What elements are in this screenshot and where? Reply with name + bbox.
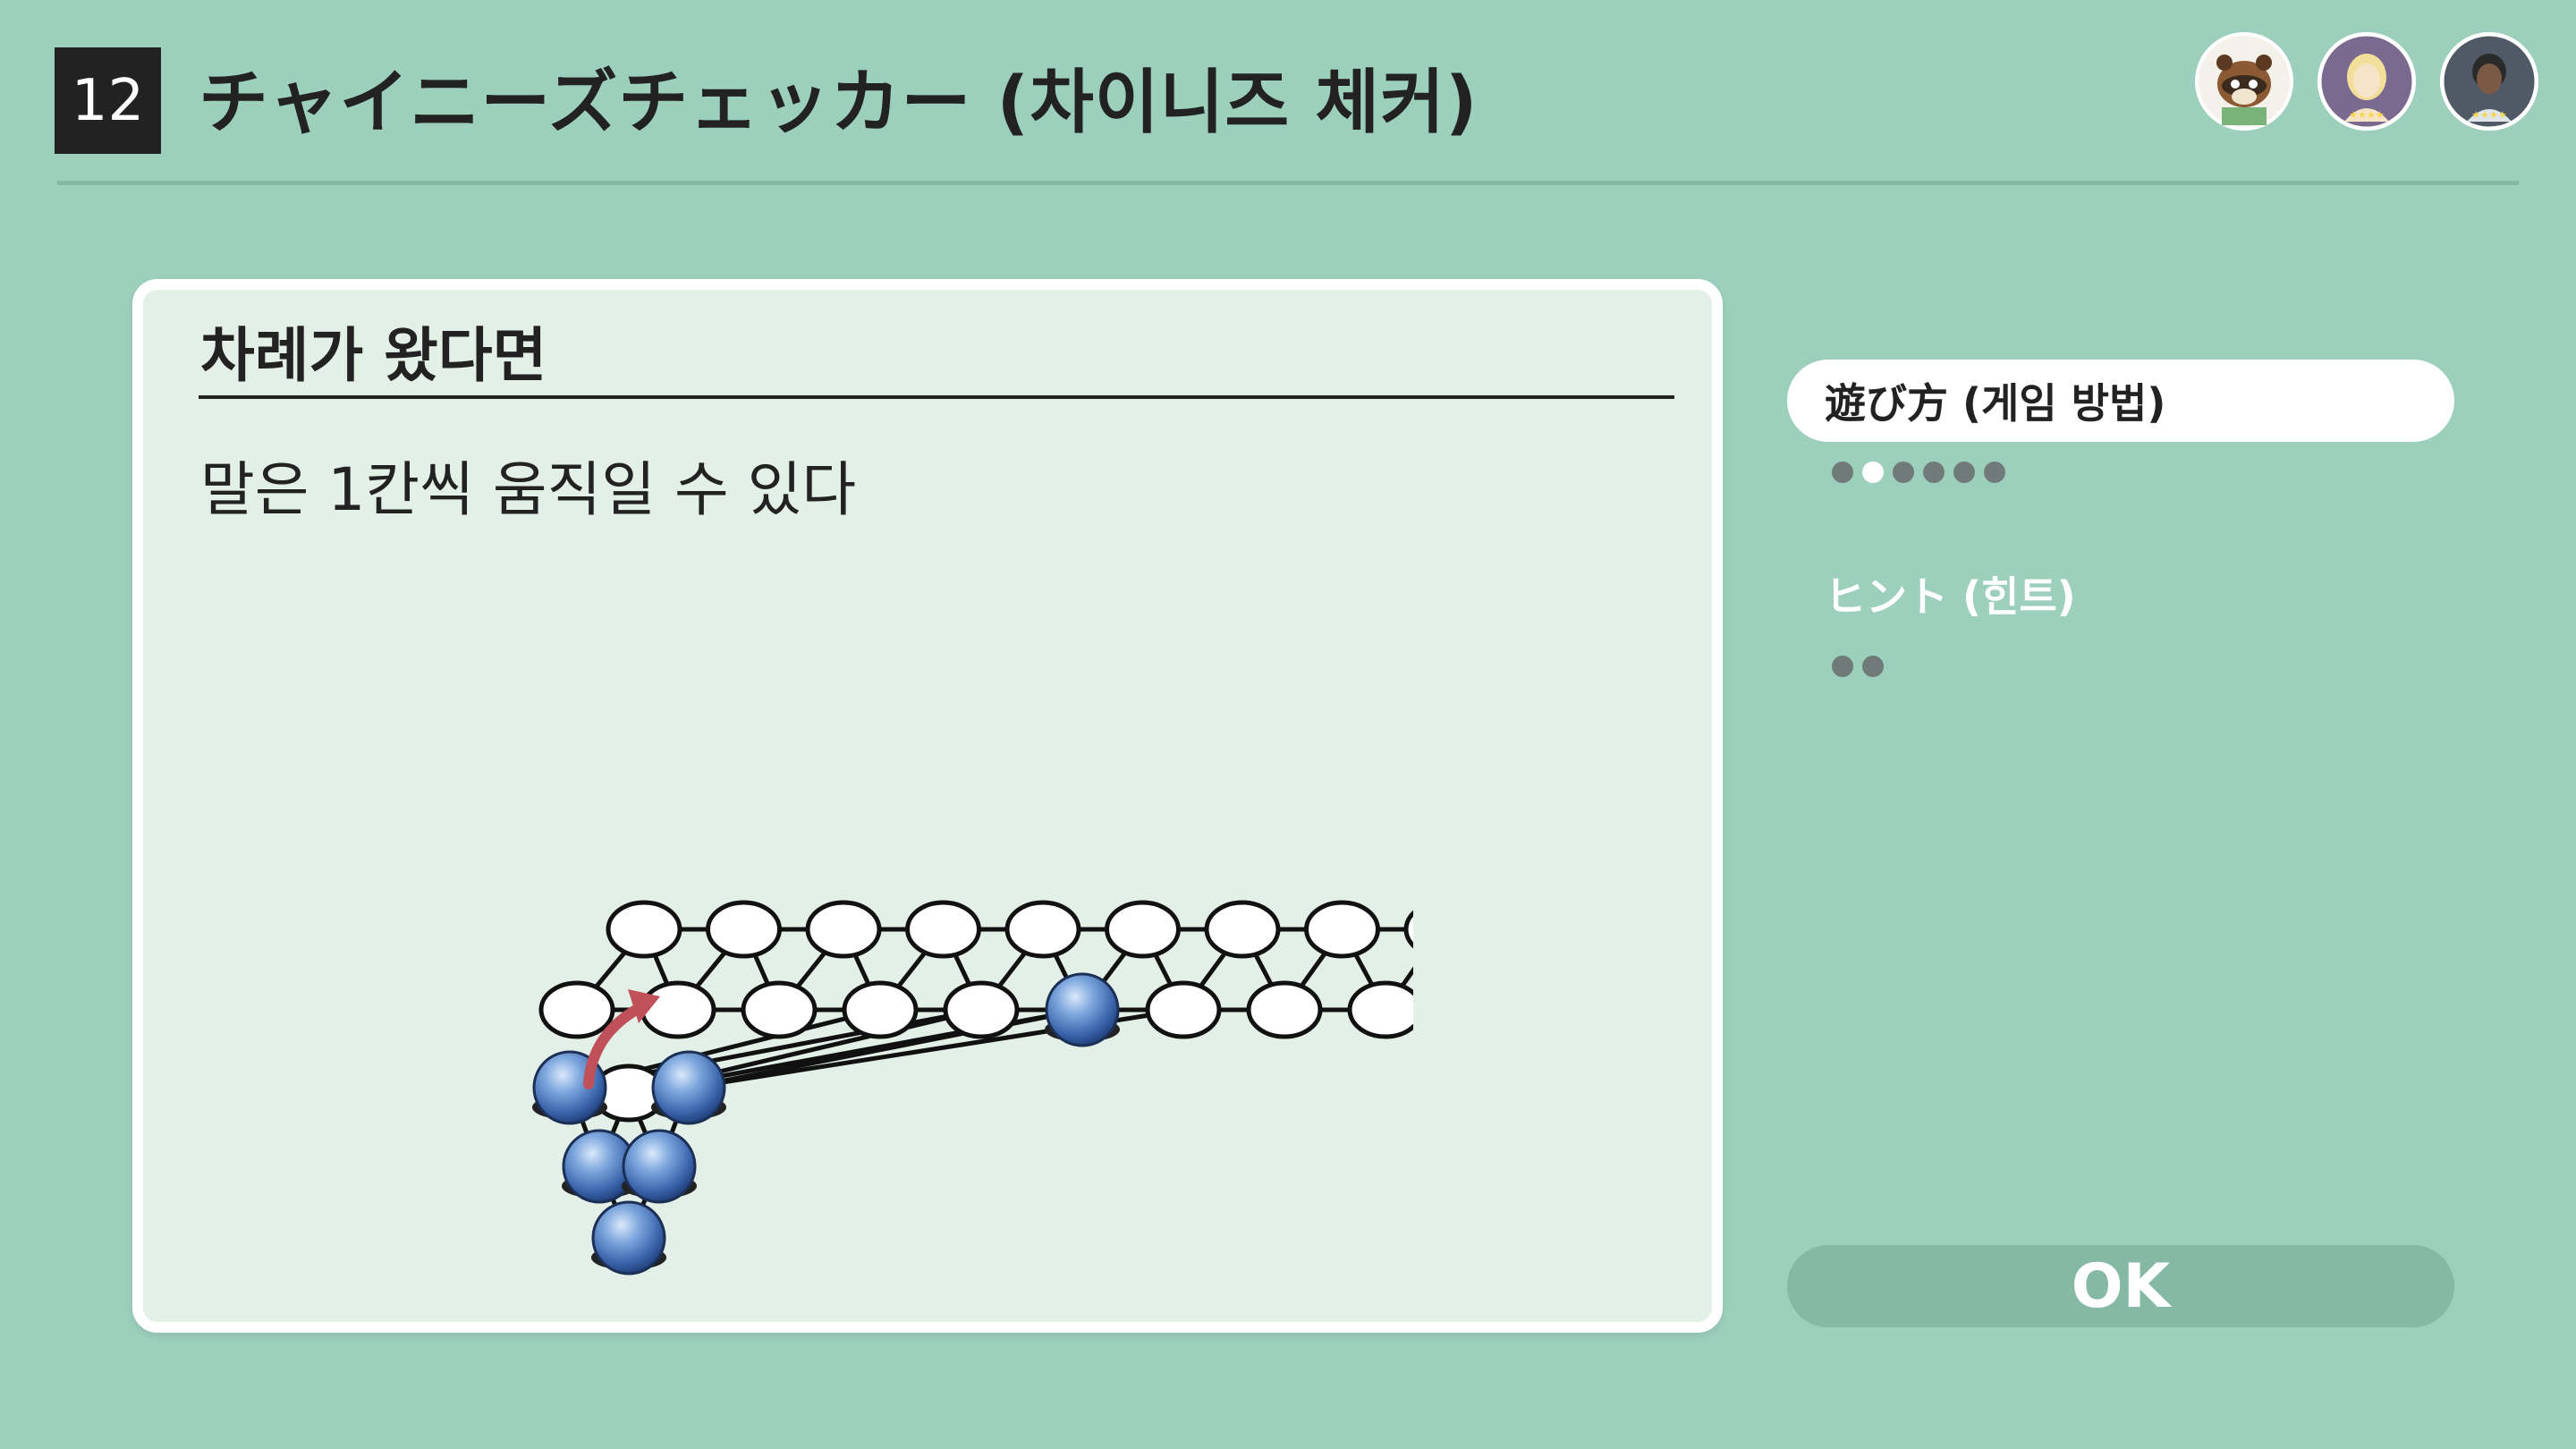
page-dot (1862, 656, 1884, 677)
board-hole (741, 980, 818, 1039)
board-hole (538, 980, 615, 1039)
board-hole (1347, 980, 1413, 1039)
page-dot (1832, 462, 1853, 483)
board-hole (640, 980, 716, 1039)
page-title: チャイニーズチェッカー (차이니즈 체커) (199, 63, 1479, 143)
raccoon-avatar-icon (2195, 32, 2293, 131)
player-avatar-raccoon (2195, 32, 2293, 131)
how-to-play-page-dots (1832, 462, 2005, 483)
page-dot (1984, 462, 2005, 483)
menu-item-hint[interactable]: ヒント (힌트) (1787, 553, 2454, 635)
rule-number: 12 (71, 67, 145, 134)
ok-button-label: OK (2071, 1250, 2171, 1322)
card-heading: 차례가 왔다면 (200, 321, 547, 390)
board-hole (1204, 900, 1281, 959)
page-dot (1893, 462, 1914, 483)
menu-item-how-to-play[interactable]: 遊び方 (게임 방법) (1787, 360, 2454, 442)
page-dot (1923, 462, 1945, 483)
card-divider (199, 395, 1674, 399)
page-dot (1953, 462, 1975, 483)
board-illustration (532, 900, 1413, 1275)
rule-number-badge: 12 (55, 47, 161, 154)
board-piece (651, 1050, 726, 1125)
dark-hair-avatar-icon: ★★★★ (2440, 32, 2538, 131)
svg-text:★★★★: ★★★★ (2471, 109, 2507, 121)
board-piece (1045, 972, 1120, 1047)
menu-item-hint-label: ヒント (힌트) (1825, 572, 2076, 621)
board-hole (842, 980, 919, 1039)
player-avatar-blonde: ★★★★ (2318, 32, 2416, 131)
board-hole (1304, 900, 1380, 959)
header-divider (57, 181, 2519, 185)
board-piece (591, 1200, 666, 1275)
board-hole (1105, 900, 1181, 959)
page-dot (1832, 656, 1853, 677)
board-hole (1004, 900, 1081, 959)
svg-text:★★★★: ★★★★ (2349, 109, 2385, 121)
instruction-card: 차례가 왔다면 말은 1칸씩 움직일 수 있다 (132, 279, 1723, 1333)
player-avatar-dark-hair: ★★★★ (2440, 32, 2538, 131)
player-avatars: ★★★★ ★★★★ (2195, 32, 2538, 131)
board-hole (1246, 980, 1323, 1039)
page-dot-current (1862, 462, 1884, 483)
card-body-text: 말은 1칸씩 움직일 수 있다 (200, 455, 857, 524)
board-hole (606, 900, 682, 959)
board-hole (805, 900, 882, 959)
menu-item-how-to-play-label: 遊び方 (게임 방법) (1825, 379, 2166, 428)
hint-page-dots (1832, 656, 1884, 677)
board-hole (1403, 910, 1413, 949)
board-hole (706, 900, 782, 959)
board-hole (943, 980, 1020, 1039)
board-hole (1145, 980, 1222, 1039)
ok-button[interactable]: OK (1787, 1245, 2454, 1327)
blonde-avatar-icon: ★★★★ (2318, 32, 2416, 131)
board-hole (905, 900, 981, 959)
board-piece (622, 1129, 697, 1204)
